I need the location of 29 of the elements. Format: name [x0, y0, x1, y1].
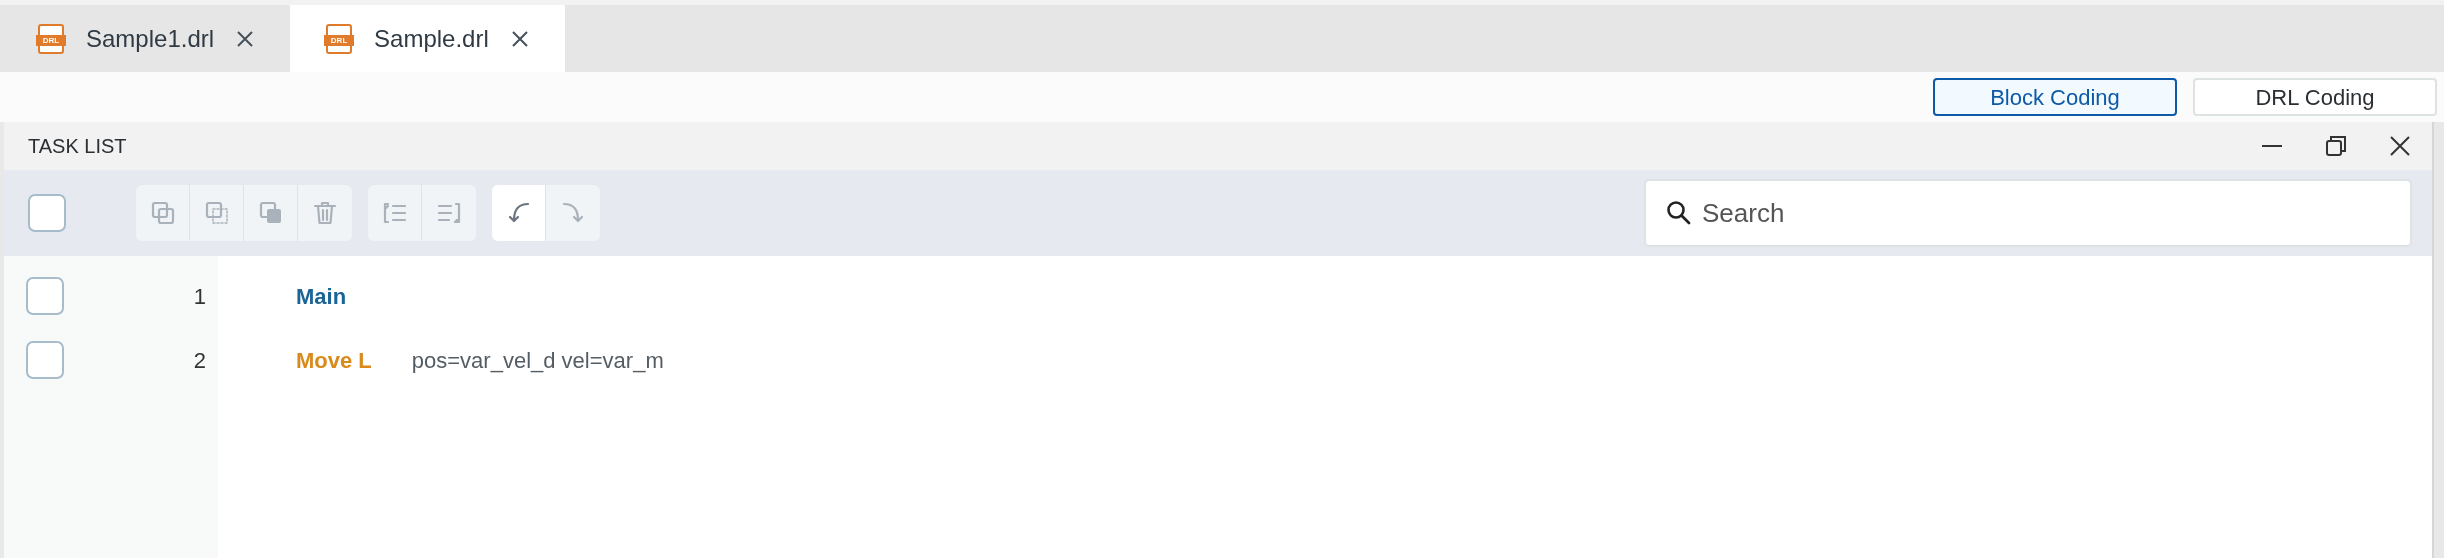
close-icon[interactable]	[236, 29, 255, 48]
line-number: 1	[193, 282, 206, 311]
command-name: Move L	[296, 346, 372, 375]
line-number: 2	[193, 346, 206, 375]
tab-label: Sample1.drl	[86, 23, 215, 54]
copy-icon	[149, 200, 176, 226]
close-icon[interactable]	[2388, 134, 2412, 158]
mode-button[interactable]: Block Coding	[1933, 78, 2177, 116]
file-icon: DRL	[326, 23, 353, 54]
restore-icon[interactable]	[2324, 134, 2348, 158]
mode-button[interactable]: DRL Coding	[2193, 78, 2437, 116]
checkbox[interactable]	[26, 341, 64, 379]
checkbox[interactable]	[28, 194, 66, 232]
toolbar-button[interactable]	[492, 185, 546, 241]
indent-icon	[381, 200, 408, 226]
checkbox[interactable]	[26, 277, 64, 315]
file-tab[interactable]: DRL Sample.drl	[290, 5, 565, 72]
close-icon[interactable]	[510, 29, 529, 48]
file-icon: DRL	[38, 23, 64, 54]
outdent-icon	[436, 200, 462, 226]
search-field[interactable]: Search	[1644, 179, 2412, 247]
search-icon	[1666, 200, 1692, 226]
trash-icon	[312, 200, 338, 226]
filled-copy-icon	[257, 200, 284, 226]
dashed-copy-icon	[203, 200, 230, 226]
tab-label: Sample.drl	[374, 23, 489, 54]
panel-title: TASK LIST	[28, 134, 127, 159]
command-params: pos=var_vel_d vel=var_m	[411, 346, 664, 375]
command-name: Main	[296, 282, 347, 311]
